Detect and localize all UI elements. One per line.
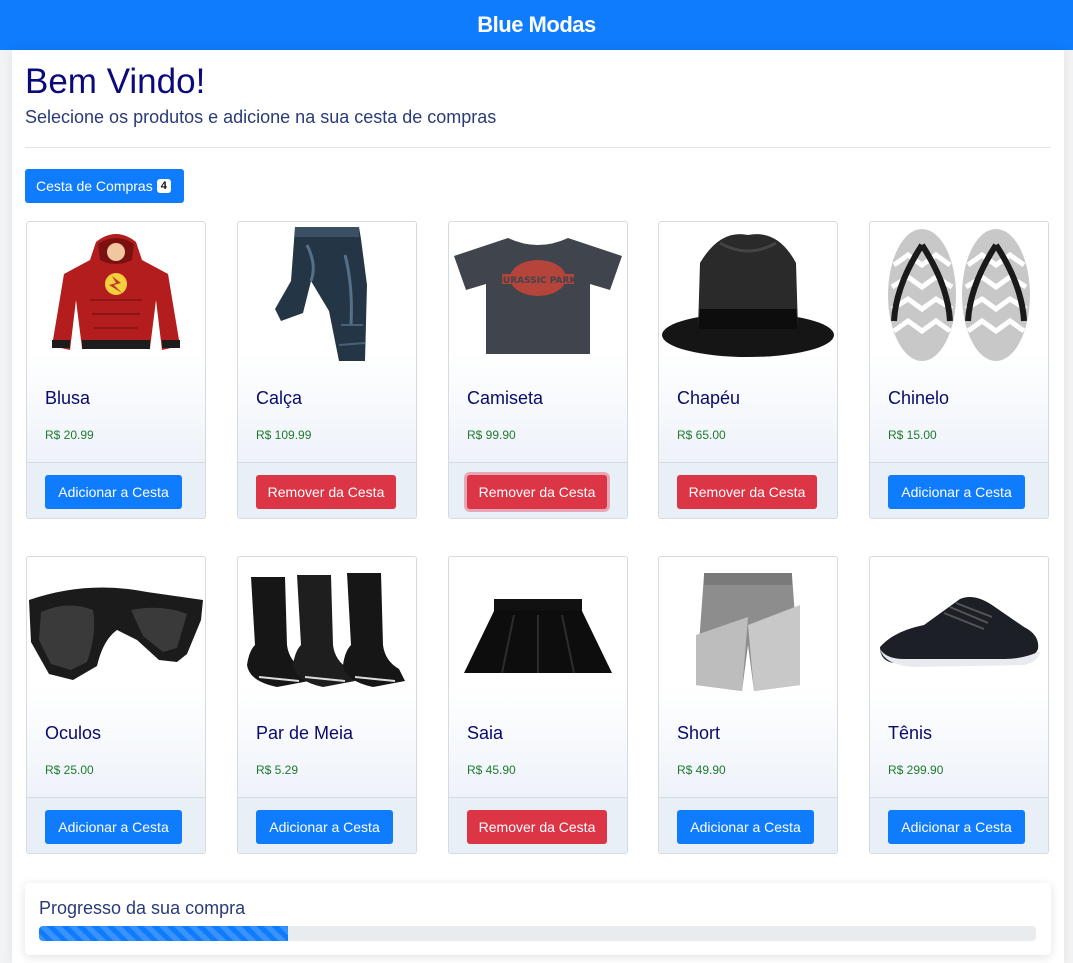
remove-from-cart-button[interactable]: Remover da Cesta — [467, 475, 607, 509]
sunglasses-image — [27, 557, 205, 702]
product-name: Short — [677, 723, 721, 743]
product-name: Blusa — [45, 388, 91, 408]
card-footer: Adicionar a Cesta — [27, 462, 205, 518]
product-card-blusa: Blusa R$ 20.99 Adicionar a Cesta — [26, 221, 206, 519]
product-card-tenis: Tênis R$ 299.90 Adicionar a Cesta — [869, 556, 1049, 854]
tshirt-image: JURASSIC PARK — [449, 222, 627, 367]
product-card-short: Short R$ 49.90 Adicionar a Cesta — [658, 556, 838, 854]
card-footer: Remover da Cesta — [659, 462, 837, 518]
product-name: Camiseta — [467, 388, 544, 408]
product-name: Oculos — [45, 723, 102, 743]
add-to-cart-button[interactable]: Adicionar a Cesta — [45, 475, 182, 509]
card-footer: Remover da Cesta — [238, 462, 416, 518]
remove-from-cart-button[interactable]: Remover da Cesta — [677, 475, 817, 509]
product-price: R$ 109.99 — [256, 428, 312, 442]
svg-text:JURASSIC PARK: JURASSIC PARK — [499, 276, 578, 286]
product-price: R$ 49.90 — [677, 763, 726, 777]
product-card-calca: Calça R$ 109.99 Remover da Cesta — [237, 221, 417, 519]
add-to-cart-button[interactable]: Adicionar a Cesta — [888, 475, 1025, 509]
product-card-chapeu: Chapéu R$ 65.00 Remover da Cesta — [658, 221, 838, 519]
product-card-chinelo: Chinelo R$ 15.00 Adicionar a Cesta — [869, 221, 1049, 519]
product-price: R$ 65.00 — [677, 428, 726, 442]
card-footer: Adicionar a Cesta — [870, 462, 1048, 518]
divider — [25, 147, 1051, 148]
product-card-saia: Saia R$ 45.90 Remover da Cesta — [448, 556, 628, 854]
product-name: Saia — [467, 723, 504, 743]
socks-image — [238, 557, 416, 702]
product-name: Chapéu — [677, 388, 741, 408]
product-name: Chinelo — [888, 388, 950, 408]
sneaker-image — [870, 557, 1048, 702]
product-price: R$ 5.29 — [256, 763, 299, 777]
product-price: R$ 99.90 — [467, 428, 516, 442]
brand-title: Blue Modas — [477, 12, 596, 37]
page-title: Bem Vindo! — [25, 62, 206, 101]
product-card-par-de-meia: Par de Meia R$ 5.29 Adicionar a Cesta — [237, 556, 417, 854]
remove-from-cart-button[interactable]: Remover da Cesta — [467, 810, 607, 844]
cart-button[interactable]: Cesta de Compras 4 — [25, 169, 184, 203]
card-footer: Adicionar a Cesta — [870, 797, 1048, 853]
cart-button-label: Cesta de Compras — [36, 178, 153, 194]
hat-image — [659, 222, 837, 367]
product-name: Tênis — [888, 723, 933, 743]
product-price: R$ 299.90 — [888, 763, 944, 777]
shorts-image — [659, 557, 837, 702]
flipflops-image — [870, 222, 1048, 367]
page-subtitle: Selecione os produtos e adicione na sua … — [25, 107, 497, 127]
product-price: R$ 15.00 — [888, 428, 937, 442]
product-price: R$ 20.99 — [45, 428, 94, 442]
remove-from-cart-button[interactable]: Remover da Cesta — [256, 475, 396, 509]
product-price: R$ 45.90 — [467, 763, 516, 777]
purchase-progress-panel: Progresso da sua compra — [25, 883, 1051, 955]
card-footer: Adicionar a Cesta — [659, 797, 837, 853]
progress-bar — [39, 926, 1036, 941]
main-container: Bem Vindo! Selecione os produtos e adici… — [12, 50, 1064, 963]
add-to-cart-button[interactable]: Adicionar a Cesta — [45, 810, 182, 844]
progress-bar-fill — [39, 926, 289, 941]
cart-count-badge: 4 — [156, 179, 171, 193]
add-to-cart-button[interactable]: Adicionar a Cesta — [256, 810, 393, 844]
hoodie-image — [27, 222, 205, 367]
product-name: Par de Meia — [256, 723, 354, 743]
product-card-camiseta: JURASSIC PARK Camiseta R$ 99.90 Remover … — [448, 221, 628, 519]
add-to-cart-button[interactable]: Adicionar a Cesta — [677, 810, 814, 844]
skirt-image — [449, 557, 627, 702]
product-price: R$ 25.00 — [45, 763, 94, 777]
card-footer: Adicionar a Cesta — [27, 797, 205, 853]
top-navbar: Blue Modas — [0, 0, 1073, 50]
add-to-cart-button[interactable]: Adicionar a Cesta — [888, 810, 1025, 844]
product-card-oculos: Oculos R$ 25.00 Adicionar a Cesta — [26, 556, 206, 854]
card-footer: Remover da Cesta — [449, 462, 627, 518]
progress-label: Progresso da sua compra — [39, 898, 246, 918]
card-footer: Remover da Cesta — [449, 797, 627, 853]
card-footer: Adicionar a Cesta — [238, 797, 416, 853]
product-name: Calça — [256, 388, 303, 408]
jeans-image — [238, 222, 416, 367]
